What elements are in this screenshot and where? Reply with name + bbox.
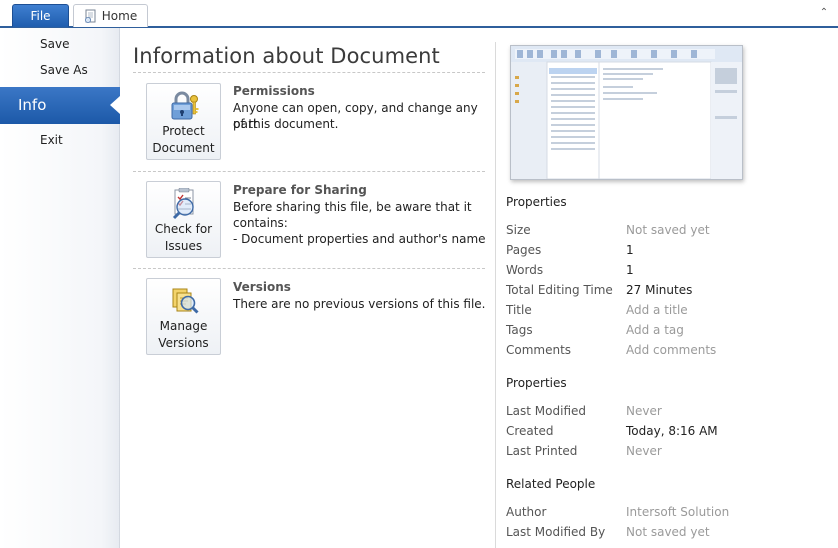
prop-label-last-printed: Last Printed bbox=[506, 444, 578, 458]
selection-arrow bbox=[110, 96, 120, 114]
check-for-issues-button[interactable]: Check for Issues bbox=[146, 181, 221, 258]
protect-button-label-2: Document bbox=[152, 141, 215, 155]
check-button-label-2: Issues bbox=[164, 239, 203, 253]
dates-heading: Properties bbox=[506, 376, 567, 390]
prop-value-words: 1 bbox=[626, 263, 634, 277]
prop-label-last-modified-by: Last Modified By bbox=[506, 525, 606, 539]
versions-title: Versions bbox=[233, 280, 291, 294]
magnifier-documents-icon bbox=[172, 288, 199, 314]
prop-label-size: Size bbox=[506, 223, 531, 237]
document-thumbnail[interactable] bbox=[510, 45, 743, 180]
prop-value-last-modified-by: Not saved yet bbox=[626, 525, 710, 539]
protect-button-label-1: Protect bbox=[162, 124, 205, 138]
ribbon-tab-bar: File Home ⌃ bbox=[0, 0, 838, 28]
document-icon bbox=[84, 9, 96, 23]
tab-file[interactable]: File bbox=[12, 4, 69, 27]
prop-label-pages: Pages bbox=[506, 243, 542, 257]
lock-key-icon bbox=[171, 91, 198, 120]
prepare-sharing-text-2: contains: bbox=[233, 216, 288, 230]
versions-button-label-1: Manage bbox=[159, 319, 208, 333]
prop-label-tags: Tags bbox=[506, 323, 533, 337]
nav-save[interactable]: Save bbox=[0, 33, 120, 55]
chevron-up-icon[interactable]: ⌃ bbox=[818, 7, 830, 19]
versions-button-label-2: Versions bbox=[158, 336, 209, 350]
prop-label-title: Title bbox=[506, 303, 532, 317]
versions-text-1: There are no previous versions of this f… bbox=[233, 297, 486, 311]
nav-info[interactable]: Info bbox=[0, 87, 120, 124]
tab-home[interactable]: Home bbox=[73, 4, 148, 27]
prop-value-last-modified: Never bbox=[626, 404, 662, 418]
prop-label-author: Author bbox=[506, 505, 547, 519]
comments-field[interactable]: Add comments bbox=[626, 343, 716, 357]
nav-exit[interactable]: Exit bbox=[0, 129, 120, 151]
tags-field[interactable]: Add a tag bbox=[626, 323, 684, 337]
nav-save-as[interactable]: Save As bbox=[0, 59, 120, 81]
divider bbox=[133, 268, 485, 269]
check-button-label-1: Check for bbox=[154, 222, 213, 236]
protect-document-button[interactable]: Protect Document bbox=[146, 83, 221, 160]
divider bbox=[133, 72, 485, 73]
prop-value-pages: 1 bbox=[626, 243, 634, 257]
manage-versions-button[interactable]: Manage Versions bbox=[146, 278, 221, 355]
permissions-text-2: of this document. bbox=[233, 117, 339, 131]
prop-label-comments: Comments bbox=[506, 343, 572, 357]
prepare-sharing-text-1: Before sharing this file, be aware that … bbox=[233, 200, 472, 214]
prop-value-editing-time: 27 Minutes bbox=[626, 283, 693, 297]
prop-value-size: Not saved yet bbox=[626, 223, 710, 237]
prop-label-words: Words bbox=[506, 263, 544, 277]
prepare-sharing-text-3: - Document properties and author's name bbox=[233, 232, 486, 246]
column-separator bbox=[495, 42, 496, 548]
prop-value-last-printed: Never bbox=[626, 444, 662, 458]
permissions-title: Permissions bbox=[233, 84, 315, 98]
page-title: Information about Document bbox=[133, 44, 440, 68]
prop-label-last-modified: Last Modified bbox=[506, 404, 587, 418]
checklist-icon bbox=[172, 188, 194, 220]
document-preview-image bbox=[511, 46, 742, 179]
tab-home-label: Home bbox=[101, 9, 138, 23]
prepare-sharing-title: Prepare for Sharing bbox=[233, 183, 367, 197]
divider bbox=[133, 171, 485, 172]
nav-info-label: Info bbox=[18, 96, 47, 114]
prop-value-author[interactable]: Intersoft Solution bbox=[626, 505, 729, 519]
title-field[interactable]: Add a title bbox=[626, 303, 688, 317]
properties-heading: Properties bbox=[506, 195, 567, 209]
related-people-heading: Related People bbox=[506, 477, 596, 491]
prop-label-created: Created bbox=[506, 424, 554, 438]
prop-value-created: Today, 8:16 AM bbox=[626, 424, 718, 438]
backstage-nav: Save Save As Info Exit bbox=[0, 28, 120, 548]
prop-label-editing-time: Total Editing Time bbox=[506, 283, 613, 297]
